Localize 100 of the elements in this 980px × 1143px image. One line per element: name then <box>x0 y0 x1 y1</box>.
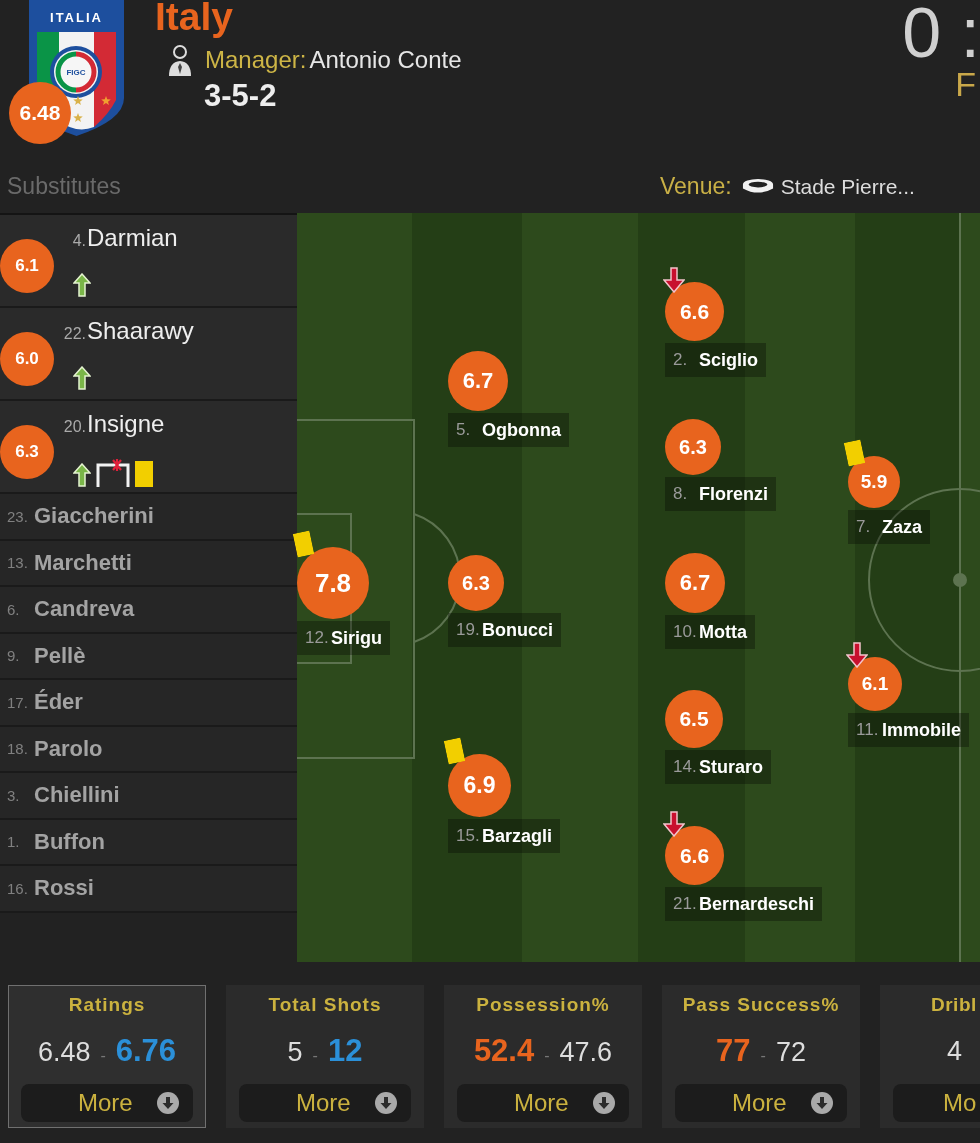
down-arrow-icon <box>663 267 685 293</box>
shirt-number: 19. <box>456 620 481 640</box>
up-arrow-icon <box>73 366 91 390</box>
value-separator: - <box>100 1046 106 1066</box>
booking-card-icon <box>135 461 153 487</box>
substitutes-title: Substitutes <box>7 173 121 200</box>
more-button[interactable]: More <box>21 1084 193 1122</box>
stat-value: 72 <box>775 1036 806 1069</box>
team-name: Italy <box>155 0 235 38</box>
shirt-number: 8. <box>673 484 689 504</box>
venue-name: Stade Pierre... <box>780 174 915 199</box>
arrow-down-circle-icon <box>375 1092 397 1114</box>
shirt-number: 13. <box>7 554 29 572</box>
up-arrow-icon <box>73 273 91 297</box>
arrow-down-circle-icon <box>811 1092 833 1114</box>
shirt-number: 10. <box>673 622 698 642</box>
player-name: Sirigu <box>331 627 382 649</box>
centre-spot-icon <box>953 573 967 587</box>
stat-value: 6.76 <box>115 1032 177 1070</box>
player-name: Bonucci <box>482 619 553 641</box>
stat-title: Possession% <box>475 993 611 1017</box>
player-name: Shaarawy <box>87 317 194 345</box>
player-name: Immobile <box>882 719 961 741</box>
shirt-number: 6. <box>7 600 21 618</box>
rating-badge: 6.1 <box>0 239 54 293</box>
formation: 3-5-2 <box>204 78 278 114</box>
player-name: Marchetti <box>34 549 132 576</box>
shirt-number: 20. <box>62 417 86 437</box>
value-separator: - <box>312 1046 318 1066</box>
more-button[interactable]: More <box>675 1084 847 1122</box>
match-status: F <box>955 66 976 102</box>
arrow-down-circle-icon <box>593 1092 615 1114</box>
venue-label: Venue: <box>660 173 732 200</box>
arrow-down-circle-icon <box>157 1092 179 1114</box>
player-name: Ogbonna <box>482 419 561 441</box>
shirt-number: 14. <box>673 757 698 777</box>
stat-value: 4 <box>947 1035 963 1068</box>
stat-card[interactable]: Ratings 6.48 - 6.76 More <box>8 985 206 1128</box>
shirt-number: 7. <box>856 517 872 537</box>
player-name: Candreva <box>34 596 135 623</box>
shirt-number: 22. <box>62 324 86 344</box>
stat-value: 47.6 <box>559 1036 613 1069</box>
player-name: Florenzi <box>699 483 768 505</box>
match-score: 0 : <box>902 0 980 66</box>
player-name: Rossi <box>34 875 94 902</box>
crest-badge-text: FIGC <box>66 68 86 77</box>
shirt-number: 5. <box>456 420 472 440</box>
player-name: Pellè <box>34 642 86 669</box>
stat-title: Pass Success% <box>681 993 841 1017</box>
manager-name: Antonio Conte <box>309 46 462 74</box>
more-button[interactable]: More <box>239 1084 411 1122</box>
shirt-number: 11. <box>856 720 880 740</box>
booking-card-icon <box>292 530 315 558</box>
player-name: Parolo <box>34 735 103 762</box>
stat-title: Ratings <box>67 993 147 1017</box>
stat-card[interactable]: Total Shots 5 - 12 More <box>226 985 424 1128</box>
stat-card[interactable]: Pass Success% 77 - 72 More <box>662 985 860 1128</box>
stat-value: 6.48 <box>37 1036 91 1069</box>
player-name: Insigne <box>87 410 165 438</box>
shirt-number: 18. <box>7 740 29 758</box>
more-button[interactable]: Mo <box>893 1084 980 1122</box>
rating-badge: 6.0 <box>0 332 54 386</box>
shirt-number: 21. <box>673 894 698 914</box>
stat-value: 77 <box>716 1032 751 1070</box>
stat-value: 12 <box>327 1032 363 1070</box>
booking-card-icon <box>843 439 866 467</box>
shirt-number: 23. <box>7 507 29 525</box>
stat-title: Total Shots <box>267 993 383 1017</box>
goal-frame-cross-icon <box>96 459 130 487</box>
up-arrow-icon <box>73 463 91 487</box>
player-name: Sciglio <box>699 349 758 371</box>
team-rating-badge: 6.48 <box>9 82 71 144</box>
player-name: Darmian <box>87 224 178 252</box>
player-name: Motta <box>699 621 747 643</box>
shirt-number: 16. <box>7 879 29 897</box>
player-name: Zaza <box>882 516 923 538</box>
stat-value: 5 <box>287 1036 303 1069</box>
shirt-number: 15. <box>456 826 481 846</box>
player-name: Éder <box>34 689 83 716</box>
person-icon <box>168 44 192 76</box>
player-name: Buffon <box>34 828 105 855</box>
shirt-number: 12. <box>305 628 330 648</box>
rating-badge: 6.3 <box>0 425 54 479</box>
stat-title: Dribl <box>930 993 978 1017</box>
shirt-number: 17. <box>7 693 29 711</box>
down-arrow-icon <box>846 642 868 668</box>
shirt-number: 3. <box>7 786 21 804</box>
shirt-number: 2. <box>673 350 689 370</box>
stat-card[interactable]: Possession% 52.4 - 47.6 More <box>444 985 642 1128</box>
player-name: Bernardeschi <box>699 893 815 915</box>
crest-lettering: ITALIA <box>50 10 103 25</box>
player-name: Chiellini <box>34 782 120 809</box>
stat-value: 52.4 <box>473 1032 535 1070</box>
stat-card[interactable]: Dribl 4 Mo <box>880 985 980 1128</box>
shirt-number: 4. <box>71 231 86 251</box>
player-name: Barzagli <box>482 825 553 847</box>
value-separator: - <box>544 1046 550 1066</box>
manager-label: Manager: <box>205 46 307 74</box>
booking-card-icon <box>443 737 466 765</box>
more-button[interactable]: More <box>457 1084 629 1122</box>
